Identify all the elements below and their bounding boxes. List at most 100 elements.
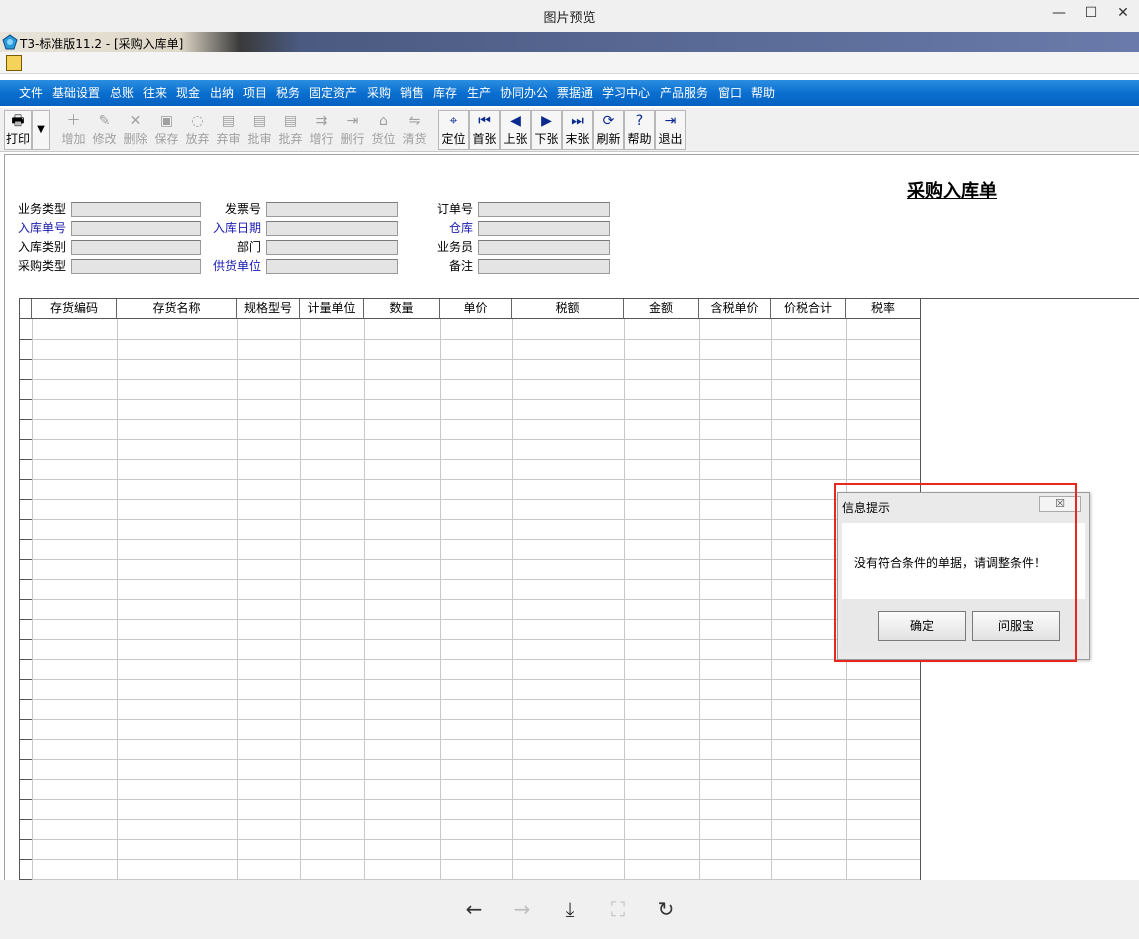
- column-header[interactable]: 数量: [364, 299, 440, 319]
- next-icon: ▶: [541, 113, 552, 129]
- previous-icon: ◀: [510, 113, 521, 129]
- menu-sales[interactable]: 销售: [400, 84, 424, 101]
- col1-field-1[interactable]: [71, 221, 201, 236]
- col3-field-3[interactable]: [478, 259, 610, 274]
- next-button[interactable]: ▶ 下张: [531, 110, 562, 150]
- menu-help[interactable]: 帮助: [751, 84, 775, 101]
- column-header[interactable]: 规格型号: [237, 299, 300, 319]
- row-marker: [20, 619, 32, 620]
- add-row-button[interactable]: ⇉ 增行: [306, 110, 337, 150]
- menu-cashier[interactable]: 出纳: [210, 84, 234, 101]
- menu-file[interactable]: 文件: [19, 84, 43, 101]
- menu-basic-settings[interactable]: 基础设置: [52, 84, 100, 101]
- minimize-button[interactable]: —: [1046, 3, 1072, 23]
- previous-image-button[interactable]: ←: [459, 896, 489, 922]
- menu-cash[interactable]: 现金: [176, 84, 200, 101]
- menu-bill-pass[interactable]: 票据通: [557, 84, 593, 101]
- ok-button[interactable]: 确定: [878, 611, 966, 641]
- col2-field-0[interactable]: [266, 202, 398, 217]
- rotate-button[interactable]: ↻: [651, 896, 681, 922]
- ask-help-button[interactable]: 问服宝: [972, 611, 1060, 641]
- menu-ar-ap[interactable]: 往来: [143, 84, 167, 101]
- col2-field-3[interactable]: [266, 259, 398, 274]
- column-header[interactable]: 价税合计: [771, 299, 846, 319]
- clear-goods-icon: ⇋: [408, 113, 421, 129]
- open-folder-icon[interactable]: [6, 55, 22, 71]
- row-marker: [20, 719, 32, 720]
- edit-button[interactable]: ✎ 修改: [89, 110, 120, 150]
- menu-general-ledger[interactable]: 总账: [110, 84, 134, 101]
- delete-button[interactable]: ✕ 删除: [120, 110, 151, 150]
- refresh-button[interactable]: ⟳ 刷新: [593, 110, 624, 150]
- menu-fixed-assets[interactable]: 固定资产: [309, 84, 357, 101]
- col3-field-0[interactable]: [478, 202, 610, 217]
- next-image-button[interactable]: →: [507, 896, 537, 922]
- unapprove-button[interactable]: ▤ 弃审: [213, 110, 244, 150]
- add-icon: ＋: [66, 113, 81, 129]
- menu-product-service[interactable]: 产品服务: [660, 84, 708, 101]
- close-button[interactable]: ✕: [1110, 3, 1136, 23]
- last-label: 末张: [565, 132, 590, 146]
- menu-production[interactable]: 生产: [467, 84, 491, 101]
- column-header[interactable]: 税额: [512, 299, 624, 319]
- delete-icon: ✕: [129, 113, 142, 129]
- dialog-close-icon[interactable]: ☒: [1039, 496, 1081, 512]
- batch-unapprove-button[interactable]: ▤ 批弃: [275, 110, 306, 150]
- delete-label: 删除: [123, 132, 148, 146]
- batch-unapprove-icon: ▤: [283, 113, 298, 129]
- exit-button[interactable]: ⇥ 退出: [655, 110, 686, 150]
- detail-grid[interactable]: 存货编码 存货名称 规格型号 计量单位 数量 单价 税额 金额 含税单价 价税合计 税率: [19, 299, 921, 880]
- fit-screen-button[interactable]: ⛶: [603, 896, 633, 922]
- location-button[interactable]: ⌂ 货位: [368, 110, 399, 150]
- locate-button[interactable]: ⌖ 定位: [438, 110, 469, 150]
- column-header[interactable]: 金额: [624, 299, 699, 319]
- last-icon: ⏭: [571, 113, 584, 129]
- column-header[interactable]: 计量单位: [300, 299, 364, 319]
- menu-window[interactable]: 窗口: [718, 84, 742, 101]
- rotate-icon: ↻: [657, 897, 675, 921]
- dialog-message: 没有符合条件的单据，请调整条件！: [854, 556, 1047, 570]
- last-button[interactable]: ⏭ 末张: [562, 110, 593, 150]
- app-screenshot: T3-标准版11.2 - [采购入库单] 文件 基础设置 总账 往来 现金 出纳 项目 税务固…: [0, 32, 1139, 880]
- row-marker: [20, 799, 32, 800]
- add-button[interactable]: ＋ 增加: [58, 110, 89, 150]
- col1-field-2[interactable]: [71, 240, 201, 255]
- menu-purchase[interactable]: 采购: [367, 84, 391, 101]
- download-button[interactable]: ⤓: [555, 896, 585, 922]
- column-header[interactable]: 存货编码: [32, 299, 117, 319]
- menu-tax[interactable]: 税务: [276, 84, 300, 101]
- app-icon-bar: [0, 52, 1139, 74]
- clear-goods-button[interactable]: ⇋ 清货: [399, 110, 430, 150]
- menu-collaboration[interactable]: 协同办公: [500, 84, 548, 101]
- grid-row-line: [20, 739, 920, 740]
- discard-button[interactable]: ◌ 放弃: [182, 110, 213, 150]
- batch-approve-button[interactable]: ▤ 批审: [244, 110, 275, 150]
- refresh-label: 刷新: [596, 132, 621, 146]
- location-icon: ⌂: [379, 113, 388, 129]
- col2-field-1[interactable]: [266, 221, 398, 236]
- col2-field-2[interactable]: [266, 240, 398, 255]
- delete-row-button[interactable]: ⇥ 删行: [337, 110, 368, 150]
- previous-button[interactable]: ◀ 上张: [500, 110, 531, 150]
- maximize-button[interactable]: ☐: [1078, 3, 1104, 23]
- menu-inventory[interactable]: 库存: [433, 84, 457, 101]
- grid-row-line: [20, 799, 920, 800]
- fit-icon: ⛶: [611, 897, 625, 921]
- col3-field-2[interactable]: [478, 240, 610, 255]
- col1-field-3[interactable]: [71, 259, 201, 274]
- save-button[interactable]: ▣ 保存: [151, 110, 182, 150]
- first-button[interactable]: ⏮ 首张: [469, 110, 500, 150]
- col1-field-0[interactable]: [71, 202, 201, 217]
- column-header[interactable]: 税率: [846, 299, 920, 319]
- printer-icon: 🖶: [11, 113, 25, 129]
- menu-learning-center[interactable]: 学习中心: [602, 84, 650, 101]
- menu-project[interactable]: 项目: [243, 84, 267, 101]
- print-button[interactable]: 🖶 打印: [4, 110, 32, 150]
- column-header[interactable]: 单价: [440, 299, 512, 319]
- column-header[interactable]: 含税单价: [699, 299, 771, 319]
- col3-field-1[interactable]: [478, 221, 610, 236]
- print-dropdown-button[interactable]: ▼: [32, 110, 50, 150]
- column-header[interactable]: 存货名称: [117, 299, 237, 319]
- grid-row-line: [20, 839, 920, 840]
- help-button[interactable]: ? 帮助: [624, 110, 655, 150]
